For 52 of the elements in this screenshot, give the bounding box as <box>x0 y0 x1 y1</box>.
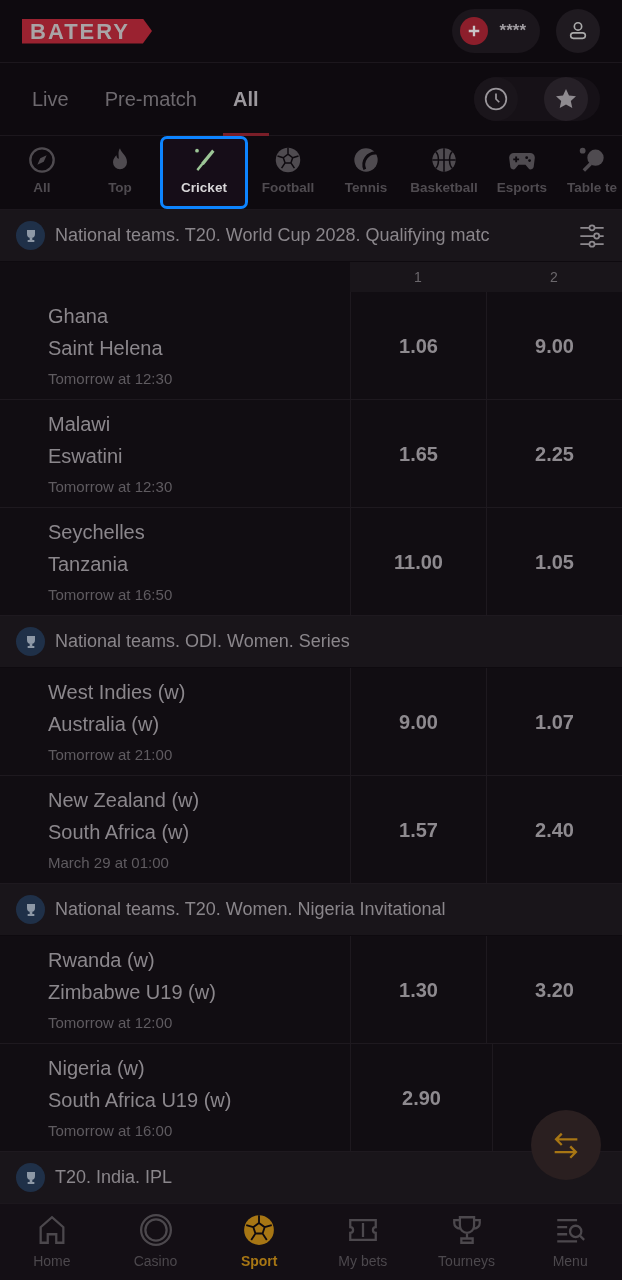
match-time: Tomorrow at 12:30 <box>48 477 174 497</box>
filter-icon[interactable] <box>578 221 606 250</box>
favorites-button[interactable] <box>544 77 588 121</box>
history-button[interactable] <box>474 77 518 121</box>
group-title: National teams. ODI. Women. Series <box>55 630 351 653</box>
match-time: March 29 at 01:00 <box>48 853 170 873</box>
match-time: Tomorrow at 16:00 <box>48 1121 174 1141</box>
trophy-icon <box>16 895 45 924</box>
football-icon <box>242 1212 277 1247</box>
team-name: West Indies (w) <box>48 680 187 705</box>
sport-tab[interactable]: Cricket <box>160 136 248 209</box>
team-name: Ghana <box>48 304 110 329</box>
balance-button[interactable]: **** <box>451 9 540 53</box>
match-time: Tomorrow at 12:00 <box>48 1013 174 1033</box>
trophy-icon <box>16 1163 45 1192</box>
team-name: Tanzania <box>48 552 130 577</box>
trophy-icon <box>16 627 45 656</box>
column-header: 2 <box>486 262 622 292</box>
team-name: Nigeria (w) <box>48 1056 146 1081</box>
mode-tab[interactable]: Live <box>22 62 79 136</box>
compass-icon <box>28 146 56 175</box>
team-name: Saint Helena <box>48 336 164 361</box>
team-name: Malawi <box>48 412 112 437</box>
team-name: Eswatini <box>48 444 124 469</box>
clock-icon <box>483 86 509 112</box>
group-title: National teams. T20. World Cup 2028. Qualifying matc <box>55 224 491 247</box>
plus-icon <box>459 17 488 45</box>
mode-tab[interactable]: All <box>222 62 269 136</box>
team-name: Australia (w) <box>48 712 161 737</box>
star-icon <box>554 87 578 111</box>
team-name: Seychelles <box>48 520 146 545</box>
team-name: South Africa (w) <box>48 820 191 845</box>
profile-button[interactable] <box>556 9 600 53</box>
logo[interactable]: BATERY <box>22 18 152 44</box>
team-name: Rwanda (w) <box>48 948 156 973</box>
nav-item[interactable]: Sport <box>207 1204 311 1280</box>
group-title: T20. India. IPL <box>55 1166 174 1189</box>
casino-chip-icon <box>138 1212 173 1247</box>
group-title: National teams. T20. Women. Nigeria Invitational <box>55 898 447 921</box>
match-time: Tomorrow at 21:00 <box>48 745 174 765</box>
match-time: Tomorrow at 16:50 <box>48 585 174 605</box>
football-icon <box>274 146 302 175</box>
mode-tab[interactable]: Pre-match <box>94 62 207 136</box>
profile-icon <box>567 20 589 42</box>
team-name: Zimbabwe U19 (w) <box>48 980 217 1005</box>
match-time: Tomorrow at 12:30 <box>48 369 174 389</box>
column-header: 1 <box>350 262 486 292</box>
tennis-ball-icon <box>352 146 380 175</box>
team-name: South Africa U19 (w) <box>48 1088 233 1113</box>
team-name: New Zealand (w) <box>48 788 201 813</box>
trophy-icon <box>16 221 45 250</box>
basketball-icon <box>430 146 458 175</box>
